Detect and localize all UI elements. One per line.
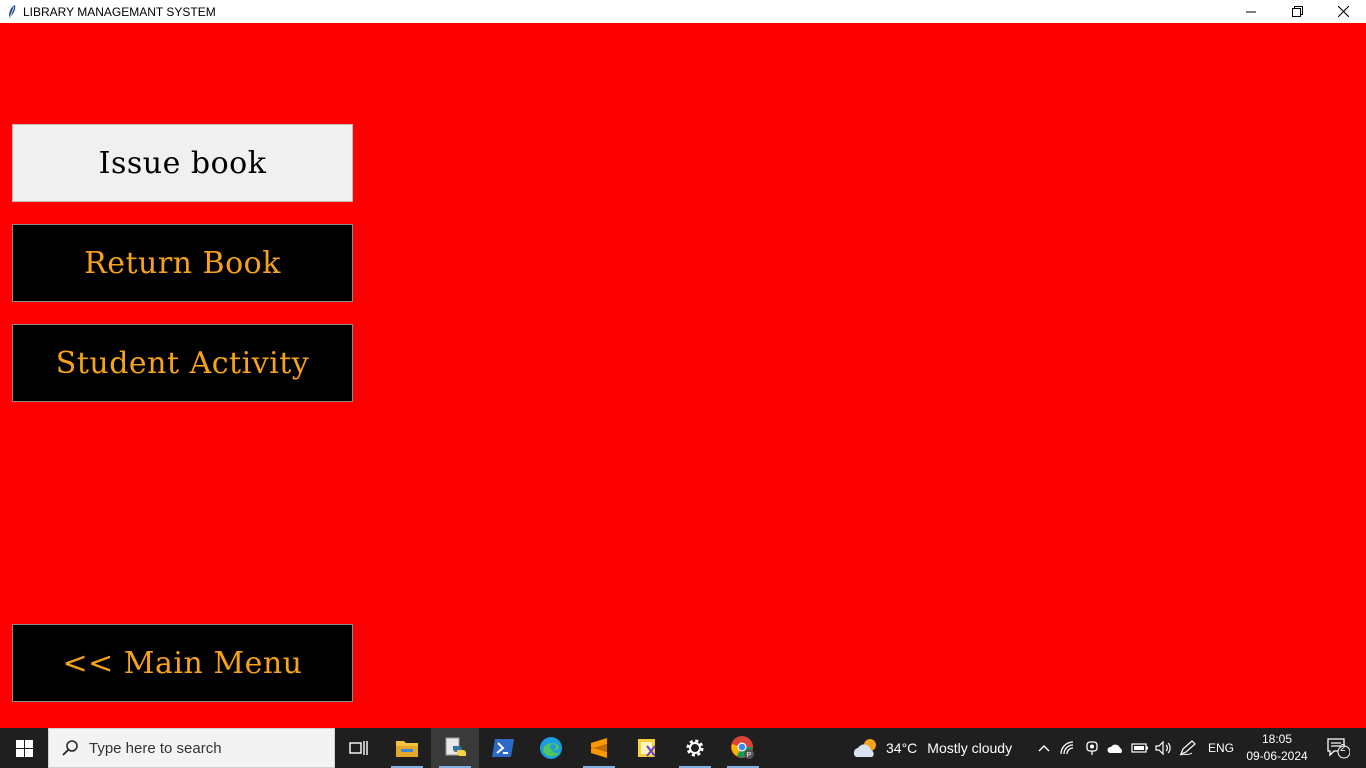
- webcam-icon: [1086, 741, 1098, 755]
- restore-button[interactable]: [1274, 0, 1320, 23]
- task-view-button[interactable]: [335, 728, 383, 768]
- windows-logo-icon: [15, 739, 33, 757]
- system-tray: ENG 18:05 09-06-2024: [1032, 728, 1308, 768]
- notification-count: 2: [1340, 743, 1346, 754]
- python-app-button[interactable]: [431, 728, 479, 768]
- weather-temperature: 34°C: [886, 740, 918, 756]
- student-activity-button[interactable]: Student Activity: [12, 324, 353, 402]
- return-book-button[interactable]: Return Book: [12, 224, 353, 302]
- cloud-sun-icon: [853, 739, 876, 757]
- clock-time: 18:05: [1262, 732, 1293, 746]
- snipping-icon: [638, 739, 656, 757]
- taskbar-search[interactable]: Type here to search: [48, 728, 335, 768]
- pen-tray-icon[interactable]: [1176, 728, 1200, 768]
- start-button[interactable]: [0, 728, 48, 768]
- clock[interactable]: 18:05 09-06-2024: [1246, 731, 1308, 765]
- chrome-button[interactable]: P: [719, 728, 767, 768]
- meet-now-tray-icon[interactable]: [1080, 728, 1104, 768]
- pen-icon: [1179, 740, 1196, 756]
- sublime-text-button[interactable]: [575, 728, 623, 768]
- taskbar: Type here to search P 34°C Mostly cloudy…: [0, 728, 1366, 768]
- main-menu-button[interactable]: << Main Menu: [12, 624, 353, 702]
- edge-browser-button[interactable]: [527, 728, 575, 768]
- chrome-icon: P: [731, 736, 754, 759]
- powershell-button[interactable]: [479, 728, 527, 768]
- show-hidden-icons-button[interactable]: [1032, 728, 1056, 768]
- weather-description: Mostly cloudy: [927, 740, 1013, 756]
- weather-widget[interactable]: 34°C Mostly cloudy: [852, 728, 1012, 768]
- minimize-button[interactable]: [1228, 0, 1274, 23]
- battery-icon: [1131, 743, 1148, 753]
- python-icon: [445, 737, 466, 756]
- settings-button[interactable]: [671, 728, 719, 768]
- onedrive-tray-icon[interactable]: [1104, 728, 1128, 768]
- notification-icon: [1327, 738, 1350, 759]
- title-bar: LIBRARY MANAGEMANT SYSTEM: [0, 0, 1366, 23]
- search-placeholder: Type here to search: [89, 739, 222, 757]
- network-tray-icon[interactable]: [1056, 728, 1080, 768]
- close-icon: [1337, 6, 1349, 17]
- close-button[interactable]: [1320, 0, 1366, 23]
- window-controls: [1228, 0, 1366, 23]
- language-indicator[interactable]: ENG: [1208, 741, 1234, 755]
- folder-icon: [396, 741, 418, 757]
- battery-tray-icon[interactable]: [1128, 728, 1152, 768]
- window-title: LIBRARY MANAGEMANT SYSTEM: [23, 4, 216, 19]
- notification-center-button[interactable]: 2: [1318, 728, 1358, 768]
- feather-icon: [5, 4, 19, 20]
- wifi-icon: [1060, 741, 1074, 755]
- main-canvas: Issue book Return Book Student Activity …: [0, 23, 1366, 728]
- svg-text:P: P: [747, 752, 752, 759]
- speaker-icon: [1155, 741, 1171, 755]
- restore-icon: [1291, 6, 1303, 17]
- issue-book-button[interactable]: Issue book: [12, 124, 353, 202]
- edge-icon: [540, 737, 562, 759]
- cloud-icon: [1107, 744, 1122, 753]
- chevron-up-icon: [1038, 745, 1050, 752]
- search-icon: [61, 739, 79, 757]
- sublime-icon: [591, 738, 607, 758]
- file-explorer-button[interactable]: [383, 728, 431, 768]
- powershell-icon: [492, 739, 514, 757]
- task-view-icon: [349, 741, 368, 755]
- gear-icon: [686, 739, 704, 757]
- minimize-icon: [1246, 11, 1256, 12]
- clock-date: 09-06-2024: [1246, 749, 1308, 763]
- volume-tray-icon[interactable]: [1152, 728, 1176, 768]
- snipping-tool-button[interactable]: [623, 728, 671, 768]
